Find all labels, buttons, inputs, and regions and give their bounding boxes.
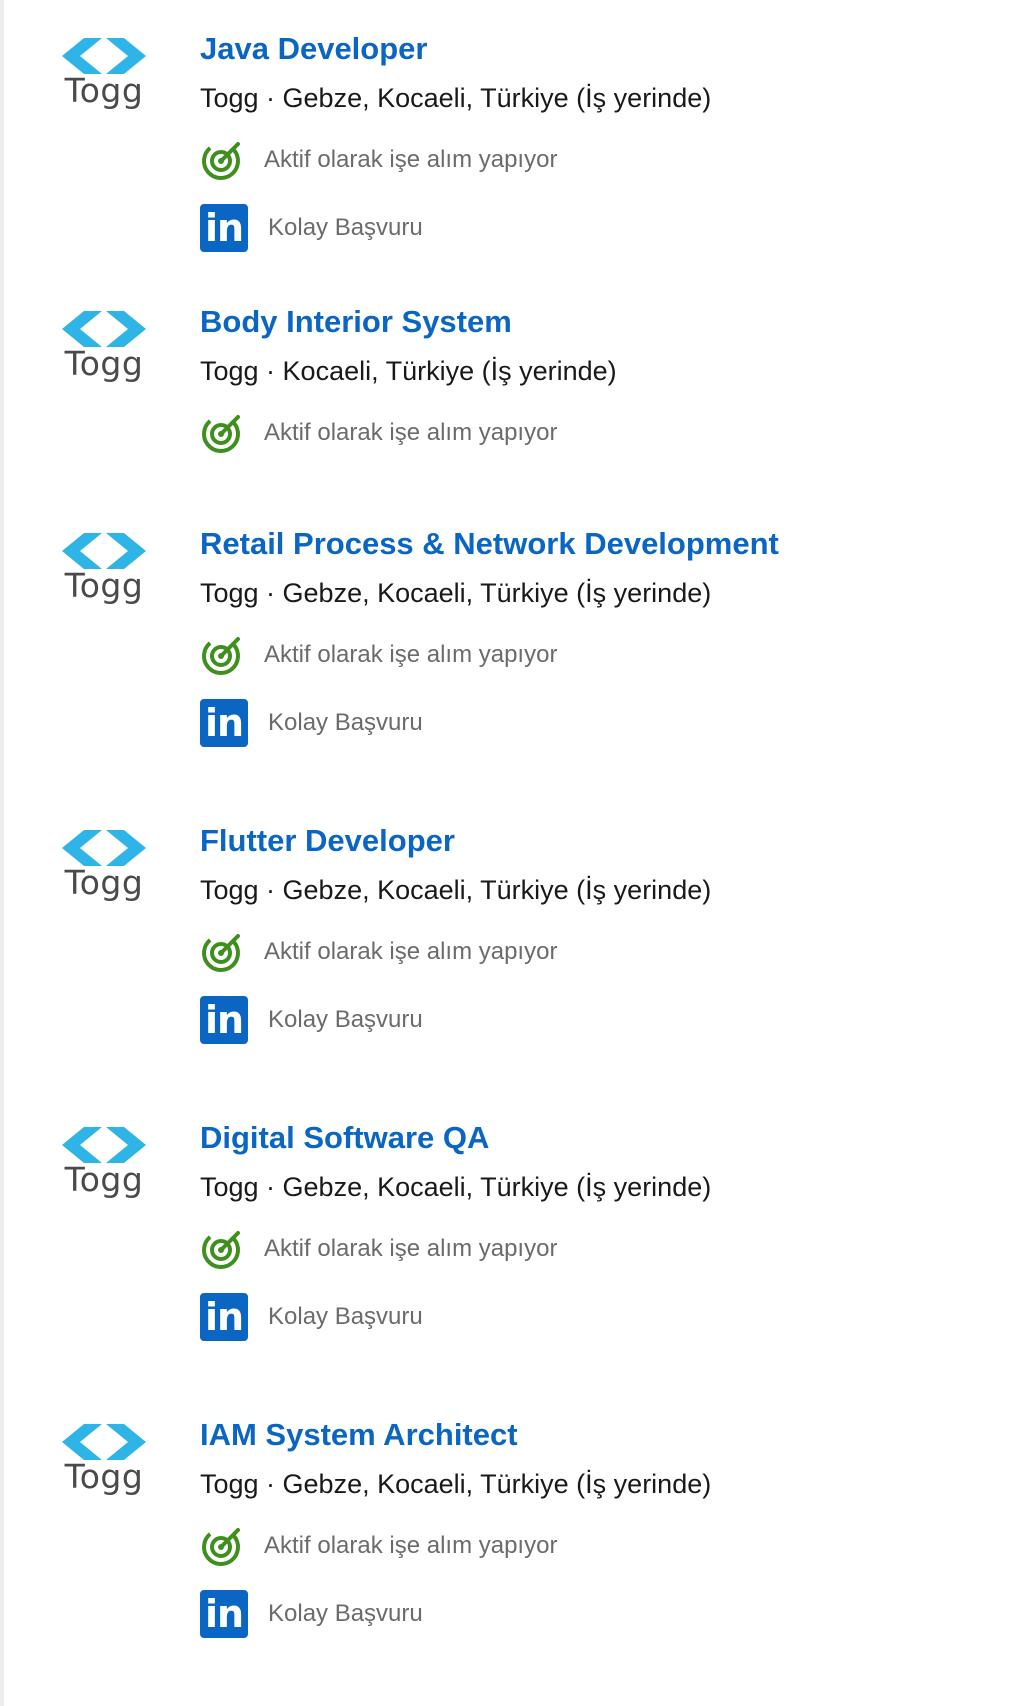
- actively-hiring-text: Aktif olarak işe alım yapıyor: [264, 419, 558, 446]
- easy-apply-row[interactable]: in Kolay Başvuru: [200, 1590, 423, 1638]
- company-location: Togg · Kocaeli, Türkiye (İş yerinde): [200, 356, 617, 386]
- target-icon: [202, 1231, 240, 1269]
- linkedin-icon: in: [200, 204, 248, 252]
- actively-hiring-row: Aktif olarak işe alım yapıyor: [200, 136, 557, 184]
- easy-apply-row[interactable]: in Kolay Başvuru: [200, 699, 423, 747]
- target-icon: [202, 415, 240, 453]
- job-title-link[interactable]: Java Developer: [200, 30, 427, 67]
- logo-wordmark: Togg: [64, 1160, 144, 1199]
- easy-apply-row[interactable]: in Kolay Başvuru: [200, 1293, 423, 1341]
- company-location: Togg · Gebze, Kocaeli, Türkiye (İş yerin…: [200, 1469, 712, 1499]
- actively-hiring-text: Aktif olarak işe alım yapıyor: [264, 1235, 558, 1262]
- easy-apply-text: Kolay Başvuru: [268, 709, 423, 736]
- actively-hiring-row: Aktif olarak işe alım yapıyor: [200, 1225, 557, 1273]
- actively-hiring-text: Aktif olarak işe alım yapıyor: [264, 146, 558, 173]
- company-location: Togg · Gebze, Kocaeli, Türkiye (İş yerin…: [200, 875, 712, 905]
- actively-hiring-row: Aktif olarak işe alım yapıyor: [200, 409, 557, 457]
- linkedin-icon: in: [200, 1590, 248, 1638]
- company-location: Togg · Gebze, Kocaeli, Türkiye (İş yerin…: [200, 83, 712, 113]
- actively-hiring-row: Aktif olarak işe alım yapıyor: [200, 928, 557, 976]
- company-logo[interactable]: Togg: [60, 309, 152, 389]
- togg-logo-icon: [62, 38, 146, 74]
- easy-apply-text: Kolay Başvuru: [268, 1006, 423, 1033]
- company-logo[interactable]: Togg: [60, 1422, 152, 1502]
- easy-apply-row[interactable]: in Kolay Başvuru: [200, 204, 423, 252]
- togg-logo-icon: [62, 1127, 146, 1163]
- actively-hiring-text: Aktif olarak işe alım yapıyor: [264, 1532, 558, 1559]
- actively-hiring-text: Aktif olarak işe alım yapıyor: [264, 641, 558, 668]
- job-title-link[interactable]: Flutter Developer: [200, 822, 455, 859]
- linkedin-icon: in: [200, 996, 248, 1044]
- job-title-link[interactable]: Digital Software QA: [200, 1119, 489, 1156]
- logo-wordmark: Togg: [64, 344, 144, 383]
- togg-logo-icon: [62, 830, 146, 866]
- actively-hiring-text: Aktif olarak işe alım yapıyor: [264, 938, 558, 965]
- easy-apply-text: Kolay Başvuru: [268, 1600, 423, 1627]
- target-icon: [202, 637, 240, 675]
- target-icon: [202, 934, 240, 972]
- linkedin-icon: in: [200, 699, 248, 747]
- easy-apply-row[interactable]: in Kolay Başvuru: [200, 996, 423, 1044]
- linkedin-icon: in: [200, 1293, 248, 1341]
- target-icon: [202, 1528, 240, 1566]
- company-logo[interactable]: Togg: [60, 36, 152, 116]
- company-location: Togg · Gebze, Kocaeli, Türkiye (İş yerin…: [200, 578, 712, 608]
- togg-logo-icon: [62, 533, 146, 569]
- logo-wordmark: Togg: [64, 566, 144, 605]
- company-logo[interactable]: Togg: [60, 828, 152, 908]
- togg-logo-icon: [62, 311, 146, 347]
- job-title-link[interactable]: Retail Process & Network Development: [200, 525, 779, 562]
- easy-apply-text: Kolay Başvuru: [268, 1303, 423, 1330]
- company-location: Togg · Gebze, Kocaeli, Türkiye (İş yerin…: [200, 1172, 712, 1202]
- logo-wordmark: Togg: [64, 71, 144, 110]
- company-logo[interactable]: Togg: [60, 531, 152, 611]
- actively-hiring-row: Aktif olarak işe alım yapıyor: [200, 1522, 557, 1570]
- job-title-link[interactable]: IAM System Architect: [200, 1416, 518, 1453]
- togg-logo-icon: [62, 1424, 146, 1460]
- job-list-page: Togg Java Developer Togg · Gebze, Kocael…: [0, 0, 1024, 1706]
- target-icon: [202, 142, 240, 180]
- job-title-link[interactable]: Body Interior System: [200, 303, 512, 340]
- logo-wordmark: Togg: [64, 863, 144, 902]
- logo-wordmark: Togg: [64, 1457, 144, 1496]
- actively-hiring-row: Aktif olarak işe alım yapıyor: [200, 631, 557, 679]
- easy-apply-text: Kolay Başvuru: [268, 214, 423, 241]
- company-logo[interactable]: Togg: [60, 1125, 152, 1205]
